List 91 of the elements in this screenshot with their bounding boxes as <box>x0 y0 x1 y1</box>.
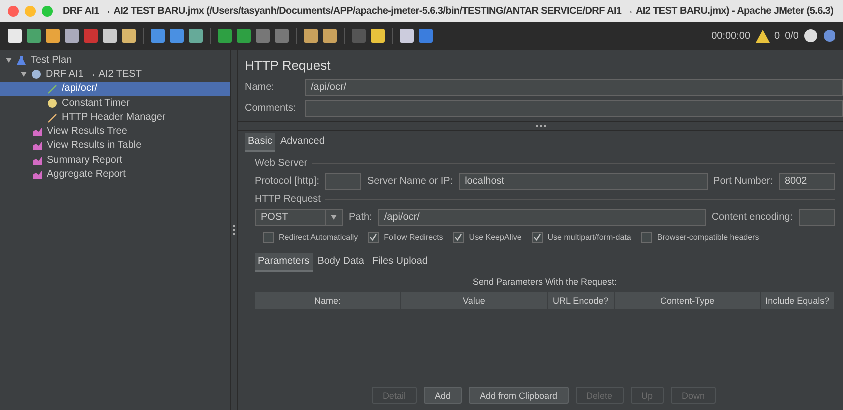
checkbox-option[interactable]: Redirect Automatically <box>263 232 358 243</box>
panel-title: HTTP Request <box>245 58 332 73</box>
tab[interactable]: Files Upload <box>369 253 431 272</box>
column-header[interactable]: Value <box>401 292 548 309</box>
method-dropdown[interactable]: POST <box>255 209 343 226</box>
window-title: DRF AI1 → AI2 TEST BARU.jmx (/Users/tasyanh/Documents/APP/apache-jmeter-5.6.3/bin/TESTING/ANTAR SERVICE/DRF AI1 → AI2 TEST BARU.jmx) - Apache JMeter (5.6.3) <box>63 6 834 16</box>
caret-icon <box>331 215 337 220</box>
tab[interactable]: Parameters <box>255 253 313 272</box>
caret-icon[interactable] <box>6 58 12 63</box>
tree-item[interactable]: HTTP Header Manager <box>0 110 230 124</box>
port-field[interactable]: 8002 <box>779 173 835 190</box>
chart-icon <box>32 169 43 180</box>
checkbox[interactable] <box>641 232 652 243</box>
check-icon <box>370 234 378 241</box>
field-label: Port Number: <box>714 176 773 187</box>
field-label: Protocol [http]: <box>255 176 320 187</box>
protocol-field[interactable] <box>325 173 362 190</box>
field-label: Content encoding: <box>712 212 793 223</box>
tab[interactable]: Body Data <box>314 253 368 272</box>
minimize-button[interactable] <box>25 6 36 16</box>
checkbox[interactable] <box>368 232 380 243</box>
server-field[interactable]: localhost <box>459 173 708 190</box>
tree-item[interactable]: /api/ocr/ <box>0 82 230 96</box>
path-field[interactable]: /api/ocr/ <box>378 209 706 226</box>
column-header[interactable]: Include Equals? <box>761 292 836 309</box>
toolbar-icon[interactable] <box>151 29 165 43</box>
chart-icon <box>32 140 43 152</box>
column-header[interactable]: Name: <box>255 292 402 309</box>
toolbar-icon[interactable] <box>323 29 337 43</box>
tab[interactable]: Advanced <box>277 133 328 152</box>
checkbox-option[interactable]: Follow Redirects <box>368 232 444 243</box>
toolbar-icon[interactable] <box>189 29 203 43</box>
checkbox-option[interactable]: Browser-compatible headers <box>641 232 760 243</box>
group-legend: HTTP Request <box>255 194 321 205</box>
toolbar-icon[interactable] <box>27 29 41 43</box>
table-button[interactable]: Add from Clipboard <box>468 387 569 404</box>
checkbox[interactable] <box>263 232 274 243</box>
name-field[interactable]: /api/ocr/ <box>305 79 843 96</box>
elapsed-time: 00:00:00 <box>712 30 751 42</box>
column-header[interactable]: Content-Type <box>614 292 762 309</box>
table-button[interactable]: Add <box>424 387 462 404</box>
splitter-handle[interactable] <box>536 125 546 127</box>
check-icon <box>455 234 462 241</box>
toolbar-icon[interactable] <box>371 29 385 43</box>
chart-icon <box>32 154 43 166</box>
checkbox-option[interactable]: Use KeepAlive <box>453 232 522 243</box>
toolbar-icon[interactable] <box>122 29 136 43</box>
toolbar-icon[interactable] <box>46 29 60 43</box>
toolbar-icon[interactable] <box>304 29 318 43</box>
checkbox-option[interactable]: Use multipart/form-data <box>532 232 632 243</box>
tree-item[interactable]: Constant Timer <box>0 96 230 110</box>
toolbar-icon[interactable] <box>400 29 414 43</box>
toolbar-icon[interactable] <box>256 29 270 43</box>
toolbar-icon[interactable] <box>103 29 117 43</box>
zoom-button[interactable] <box>42 6 53 16</box>
tree-item[interactable]: View Results Tree <box>0 124 230 139</box>
toolbar-icon[interactable] <box>170 29 184 43</box>
tree-item[interactable]: Test Plan <box>0 53 230 68</box>
encoding-field[interactable] <box>799 209 835 226</box>
toolbar-icon[interactable] <box>218 29 232 43</box>
toolbar-icon[interactable] <box>275 29 289 43</box>
warning-count: 0 <box>774 30 780 42</box>
checkbox[interactable] <box>453 232 464 243</box>
comments-label: Comments: <box>245 103 298 114</box>
toolbar-icon[interactable] <box>84 29 98 43</box>
column-header[interactable]: URL Encode? <box>548 292 615 309</box>
toolbar-icon[interactable] <box>237 29 251 43</box>
checkbox[interactable] <box>532 232 543 243</box>
toolbar-icon[interactable] <box>8 29 22 43</box>
tab[interactable]: Basic <box>245 133 276 152</box>
table-title: Send Parameters With the Request: <box>472 277 618 287</box>
splitter-handle[interactable] <box>233 225 235 235</box>
warning-icon[interactable] <box>756 30 770 42</box>
tree-item[interactable]: DRF AI1 → AI2 TEST <box>0 67 230 82</box>
comments-field[interactable] <box>305 100 843 117</box>
close-button[interactable] <box>8 6 19 16</box>
field-label: Server Name or IP: <box>367 176 454 187</box>
field-label: Path: <box>349 212 372 223</box>
flask-icon <box>16 54 27 66</box>
toolbar-icon[interactable] <box>65 29 79 43</box>
chart-icon <box>32 126 43 138</box>
group-legend: Web Server <box>255 158 308 169</box>
caret-icon[interactable] <box>21 72 27 77</box>
tree-item[interactable]: Summary Report <box>0 153 230 168</box>
tree-item[interactable]: Aggregate Report <box>0 167 230 182</box>
check-icon <box>534 234 541 241</box>
toolbar-icon[interactable] <box>352 29 366 43</box>
toolbar-icon[interactable] <box>419 29 433 43</box>
tree-item[interactable]: View Results in Table <box>0 138 230 154</box>
thread-count: 0/0 <box>785 30 799 42</box>
name-label: Name: <box>245 82 276 93</box>
